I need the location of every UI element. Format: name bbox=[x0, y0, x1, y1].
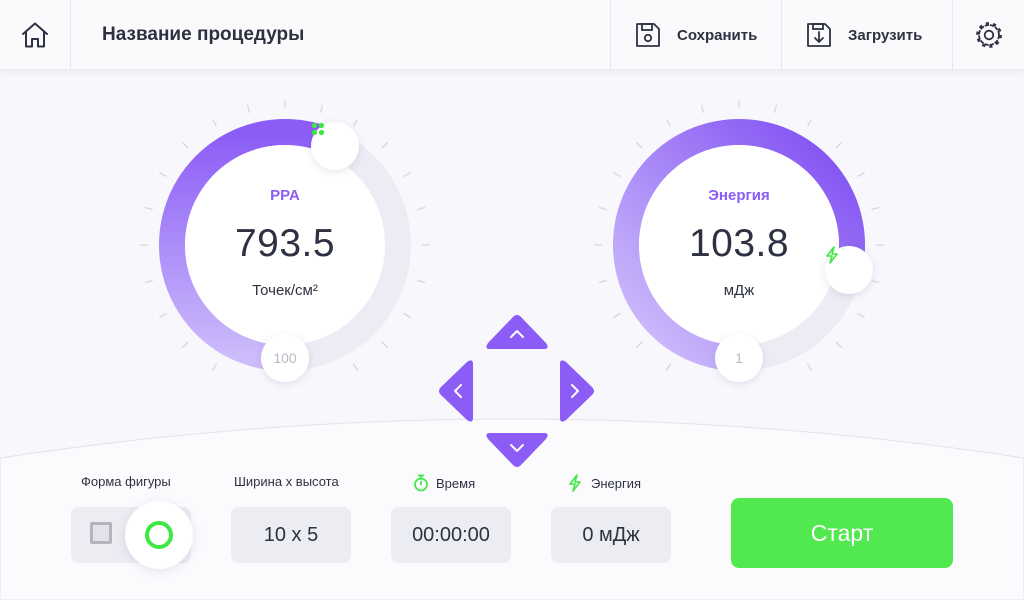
time-field[interactable]: 00:00:00 bbox=[391, 507, 511, 563]
ppa-tick bbox=[182, 341, 189, 348]
energy-tick bbox=[665, 119, 672, 127]
ppa-tick bbox=[403, 171, 411, 178]
energy-tick bbox=[613, 171, 621, 178]
lightning-icon bbox=[826, 246, 838, 264]
ppa-tick bbox=[352, 363, 359, 371]
energy-tick bbox=[598, 206, 607, 211]
ppa-tick bbox=[211, 119, 218, 127]
size-field[interactable]: 10 x 5 bbox=[231, 507, 351, 563]
time-label-row: Время bbox=[413, 474, 475, 492]
energy-handle[interactable] bbox=[825, 246, 873, 294]
shape-label: Форма фигуры bbox=[81, 474, 171, 489]
floppy-download-icon bbox=[807, 23, 831, 47]
energy-tick bbox=[700, 104, 705, 113]
energy-tick bbox=[835, 341, 842, 348]
energy-tick bbox=[773, 104, 778, 113]
energy-tick bbox=[857, 171, 865, 178]
energy-tick bbox=[636, 341, 643, 348]
arrow-up-button[interactable] bbox=[484, 313, 550, 351]
arrow-down-button[interactable] bbox=[484, 431, 550, 469]
energy-label: Энергия bbox=[591, 475, 642, 491]
ppa-tick bbox=[381, 142, 388, 149]
energy-gauge[interactable]: Энергия 103.8 мДж 1 bbox=[589, 95, 889, 395]
time-label: Время bbox=[436, 475, 476, 491]
stopwatch-icon bbox=[414, 474, 428, 492]
floppy-disk-icon bbox=[636, 23, 660, 47]
top-bar: Название процедуры Сохранить Загрузить bbox=[0, 0, 1024, 70]
load-label: Загрузить bbox=[848, 26, 923, 44]
home-icon bbox=[22, 22, 48, 48]
ppa-tick bbox=[246, 104, 251, 113]
energy-tick bbox=[806, 363, 813, 371]
energy-tick bbox=[806, 119, 813, 127]
arrow-left-button[interactable] bbox=[437, 358, 475, 424]
ppa-tick bbox=[352, 119, 359, 127]
ppa-tick bbox=[211, 363, 218, 371]
home-button[interactable] bbox=[0, 0, 71, 70]
ppa-tick bbox=[381, 341, 388, 348]
ppa-label: PPA bbox=[270, 187, 300, 204]
gear-icon bbox=[975, 22, 1002, 48]
ppa-tick bbox=[417, 206, 426, 211]
ppa-gauge[interactable]: PPA 793.5 Точек/см² 100 bbox=[135, 95, 435, 395]
dots-grid-icon bbox=[311, 122, 325, 136]
energy-field[interactable]: 0 мДж bbox=[551, 507, 671, 563]
ppa-tick bbox=[403, 312, 411, 319]
ppa-unit: Точек/см² bbox=[252, 282, 318, 299]
shape-square-option[interactable] bbox=[90, 522, 112, 544]
ppa-tick bbox=[182, 142, 189, 149]
arrow-right-button[interactable] bbox=[558, 358, 596, 424]
ppa-tick bbox=[144, 206, 153, 211]
energy-tick bbox=[835, 142, 842, 149]
circle-shape-icon bbox=[145, 521, 173, 549]
procedure-title: Название процедуры bbox=[102, 24, 305, 45]
energy-tick bbox=[636, 142, 643, 149]
ppa-value: 793.5 bbox=[234, 222, 336, 265]
load-button[interactable]: Загрузить bbox=[781, 0, 952, 70]
energy-min-marker[interactable]: 1 bbox=[715, 334, 763, 382]
lightning-icon bbox=[569, 474, 581, 492]
energy-label-row: Энергия bbox=[568, 474, 641, 492]
ppa-tick bbox=[319, 104, 324, 113]
size-label: Ширина х высота bbox=[234, 474, 339, 489]
ppa-handle[interactable] bbox=[311, 122, 359, 170]
ppa-min-marker[interactable]: 100 bbox=[261, 334, 309, 382]
shape-circle-option[interactable] bbox=[125, 501, 193, 569]
energy-tick bbox=[613, 312, 621, 319]
start-button[interactable]: Старт bbox=[731, 498, 953, 568]
energy-tick bbox=[665, 363, 672, 371]
ppa-tick bbox=[159, 171, 167, 178]
energy-gauge-label: Энергия bbox=[708, 187, 770, 204]
energy-tick bbox=[871, 206, 880, 211]
save-label: Сохранить bbox=[677, 26, 758, 44]
ppa-tick bbox=[159, 312, 167, 319]
energy-tick bbox=[857, 312, 865, 319]
settings-button[interactable] bbox=[952, 0, 1024, 70]
save-button[interactable]: Сохранить bbox=[610, 0, 781, 70]
